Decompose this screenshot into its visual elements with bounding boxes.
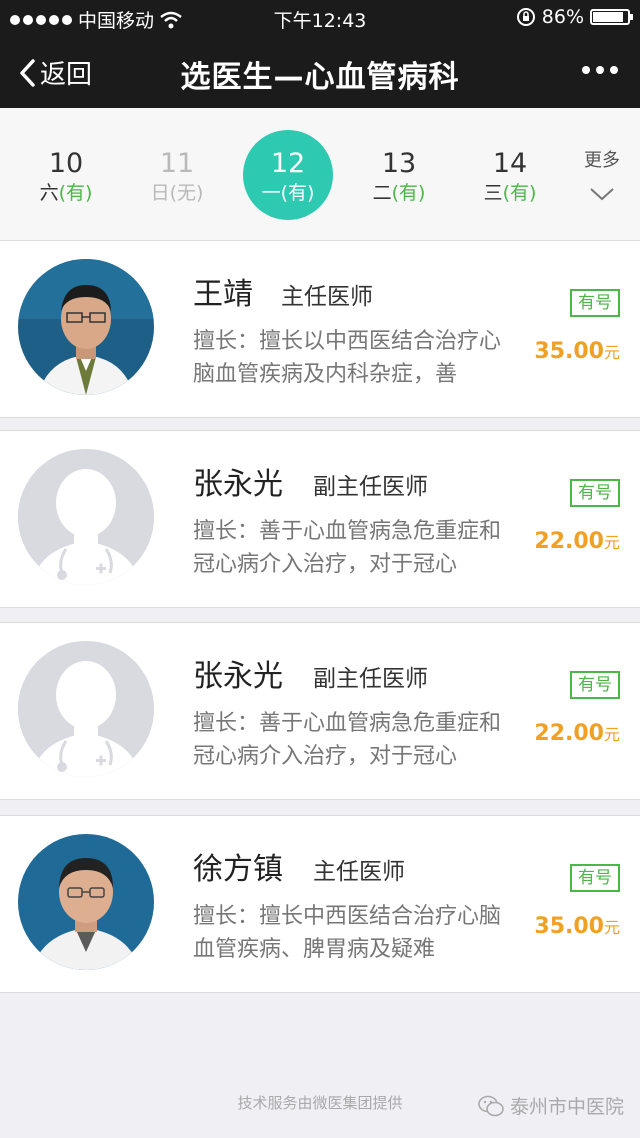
- price-unit: 元: [603, 533, 620, 552]
- nav-bar: 返回 选医生—心血管病科: [0, 36, 640, 108]
- price: 35.00元: [534, 339, 620, 364]
- date-weekday: 一: [261, 182, 281, 204]
- date-weekday: 三: [483, 182, 503, 204]
- doctor-specialty: 擅长：擅长以中西医结合治疗心脑血管疾病及内科杂症，善: [193, 329, 502, 387]
- doctor-title: 副主任医师: [313, 666, 428, 692]
- doctor-placeholder-avatar: [18, 641, 154, 777]
- doctor-title: 主任医师: [313, 859, 405, 885]
- date-status: (有): [58, 182, 93, 204]
- page-title: 选医生—心血管病科: [180, 60, 460, 95]
- doctor-card[interactable]: 王靖 主任医师 擅长：擅长以中西医结合治疗心脑血管疾病及内科杂症，善 有号 35…: [0, 240, 640, 418]
- rotation-lock-icon: [516, 8, 535, 26]
- price-unit: 元: [603, 918, 620, 937]
- price-unit: 元: [603, 725, 620, 744]
- price-value: 22.00: [534, 529, 604, 554]
- availability-badge: 有号: [570, 864, 620, 892]
- status-bar-right: 86%: [516, 6, 633, 28]
- doctor-name: 张永光: [193, 467, 283, 502]
- more-dots-icon[interactable]: [582, 66, 618, 74]
- doctor-placeholder-avatar: [18, 449, 154, 585]
- battery-percent: 86%: [541, 6, 584, 28]
- watermark-text: 泰州市中医院: [509, 1096, 624, 1118]
- status-bar: 中国移动 下午12:43 86%: [0, 0, 640, 36]
- date-day: 12: [270, 148, 306, 179]
- price: 22.00元: [534, 721, 620, 746]
- date-selector: 10 六(有) 11 日(无) 12 一(有) 13 二(有) 14 三(有) …: [0, 108, 640, 241]
- date-weekday: 六: [39, 182, 59, 204]
- doctor-title: 副主任医师: [313, 474, 428, 500]
- availability-badge: 有号: [570, 289, 620, 317]
- doctor-specialty: 擅长：善于心血管病急危重症和冠心病介入治疗，对于冠心: [193, 711, 502, 769]
- date-status: (有): [502, 182, 537, 204]
- availability-badge: 有号: [570, 479, 620, 507]
- date-day: 11: [159, 148, 195, 179]
- chevron-down-icon: [590, 188, 614, 201]
- price: 22.00元: [534, 529, 620, 554]
- doctor-photo-avatar: [18, 259, 154, 395]
- doctor-title: 主任医师: [281, 284, 373, 310]
- more-dates-label: 更多: [584, 150, 620, 171]
- doctor-name: 王靖: [193, 277, 253, 312]
- price-value: 35.00: [534, 914, 604, 939]
- date-item-10[interactable]: 10 六(有): [21, 130, 111, 220]
- date-item-12[interactable]: 12 一(有): [243, 130, 333, 220]
- price-value: 35.00: [534, 339, 604, 364]
- date-day: 14: [492, 148, 528, 179]
- date-day: 10: [48, 148, 84, 179]
- wechat-icon: [478, 1095, 504, 1116]
- date-status: (无): [169, 182, 204, 204]
- watermark: 泰州市中医院: [478, 1092, 624, 1119]
- doctor-name: 徐方镇: [193, 852, 283, 887]
- doctor-specialty: 擅长：善于心血管病急危重症和冠心病介入治疗，对于冠心: [193, 519, 502, 577]
- doctor-card[interactable]: 张永光 副主任医师 擅长：善于心血管病急危重症和冠心病介入治疗，对于冠心 有号 …: [0, 430, 640, 608]
- doctor-card[interactable]: 徐方镇 主任医师 擅长：擅长中西医结合治疗心脑血管疾病、脾胃病及疑难 有号 35…: [0, 815, 640, 993]
- doctor-specialty: 擅长：擅长中西医结合治疗心脑血管疾病、脾胃病及疑难: [193, 904, 502, 962]
- more-dates-button[interactable]: 更多: [574, 146, 630, 202]
- price-unit: 元: [603, 343, 620, 362]
- date-day: 13: [381, 148, 417, 179]
- price-value: 22.00: [534, 721, 604, 746]
- date-status: (有): [391, 182, 426, 204]
- date-item-11[interactable]: 11 日(无): [132, 130, 222, 220]
- price: 35.00元: [534, 914, 620, 939]
- date-item-14[interactable]: 14 三(有): [465, 130, 555, 220]
- availability-badge: 有号: [570, 671, 620, 699]
- date-weekday: 日: [150, 182, 170, 204]
- battery-icon: [590, 9, 633, 25]
- doctor-name: 张永光: [193, 659, 283, 694]
- doctor-card[interactable]: 张永光 副主任医师 擅长：善于心血管病急危重症和冠心病介入治疗，对于冠心 有号 …: [0, 622, 640, 800]
- date-status: (有): [280, 182, 315, 204]
- doctor-photo-avatar: [18, 834, 154, 970]
- date-weekday: 二: [372, 182, 392, 204]
- date-item-13[interactable]: 13 二(有): [354, 130, 444, 220]
